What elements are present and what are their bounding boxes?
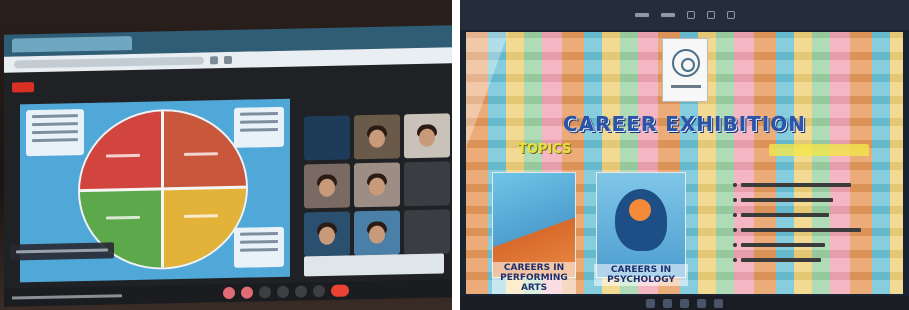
participant-tile[interactable] [404, 113, 450, 159]
viewer-toolbar [460, 0, 909, 30]
more-options-button[interactable] [313, 284, 325, 298]
meeting-toolbar [4, 279, 452, 307]
url-field [14, 56, 204, 69]
participant-tile[interactable] [304, 163, 350, 209]
psychology-caption: CAREERS IN PSYCHOLOGY [594, 264, 688, 286]
present-button[interactable] [295, 285, 307, 298]
quadrant-red [80, 111, 163, 192]
participant-grid [304, 113, 450, 264]
head-silhouette-icon [615, 189, 667, 251]
taskbar [460, 296, 909, 310]
video-call-photo [0, 0, 452, 310]
topics-label: TOPICS [518, 142, 572, 157]
extension-icon [224, 55, 232, 65]
presenter-item [733, 255, 883, 265]
participant-tile[interactable] [304, 211, 350, 257]
participant-tile[interactable] [354, 210, 400, 256]
participant-tile[interactable] [354, 114, 400, 160]
chat-message [304, 253, 444, 277]
mic-button[interactable] [223, 286, 235, 300]
presenter-item [733, 210, 883, 220]
fit-page-icon[interactable] [706, 11, 715, 19]
participant-tile[interactable] [404, 161, 450, 207]
presenter-list [733, 180, 883, 270]
seal-icon [672, 49, 700, 77]
captions-bar [10, 242, 114, 261]
performing-arts-caption: CAREERS IN PERFORMING ARTS [492, 262, 576, 294]
captions-button[interactable] [259, 286, 271, 299]
slide-textbox [26, 109, 84, 157]
recording-badge [12, 82, 34, 93]
camera-button[interactable] [241, 286, 253, 299]
psychology-panel [596, 172, 686, 278]
presenter-item [733, 240, 883, 250]
poster-title: CAREER EXHIBITION [562, 112, 806, 136]
rotate-icon[interactable] [726, 11, 735, 19]
participant-tile[interactable] [354, 162, 400, 208]
browser-tab [12, 36, 132, 53]
extension-icon [210, 56, 218, 65]
participant-tile[interactable] [404, 209, 450, 255]
quadrant-orange [163, 109, 246, 190]
presenters-heading [769, 144, 869, 156]
meeting-info [12, 293, 122, 300]
quadrant-yellow [163, 187, 246, 268]
career-exhibition-poster: CAREER EXHIBITION TOPICS CAREERS IN PERF… [466, 32, 903, 294]
poster-photo: CAREER EXHIBITION TOPICS CAREERS IN PERF… [460, 0, 909, 310]
presenter-item [733, 180, 883, 190]
participant-tile[interactable] [304, 115, 350, 161]
end-call-button[interactable] [331, 284, 349, 297]
zoom-icon[interactable] [686, 11, 695, 19]
presenter-item [733, 195, 883, 205]
raise-hand-button[interactable] [277, 285, 289, 298]
school-logo [662, 38, 708, 102]
presenter-item [733, 225, 883, 235]
laptop-screen [4, 25, 452, 307]
